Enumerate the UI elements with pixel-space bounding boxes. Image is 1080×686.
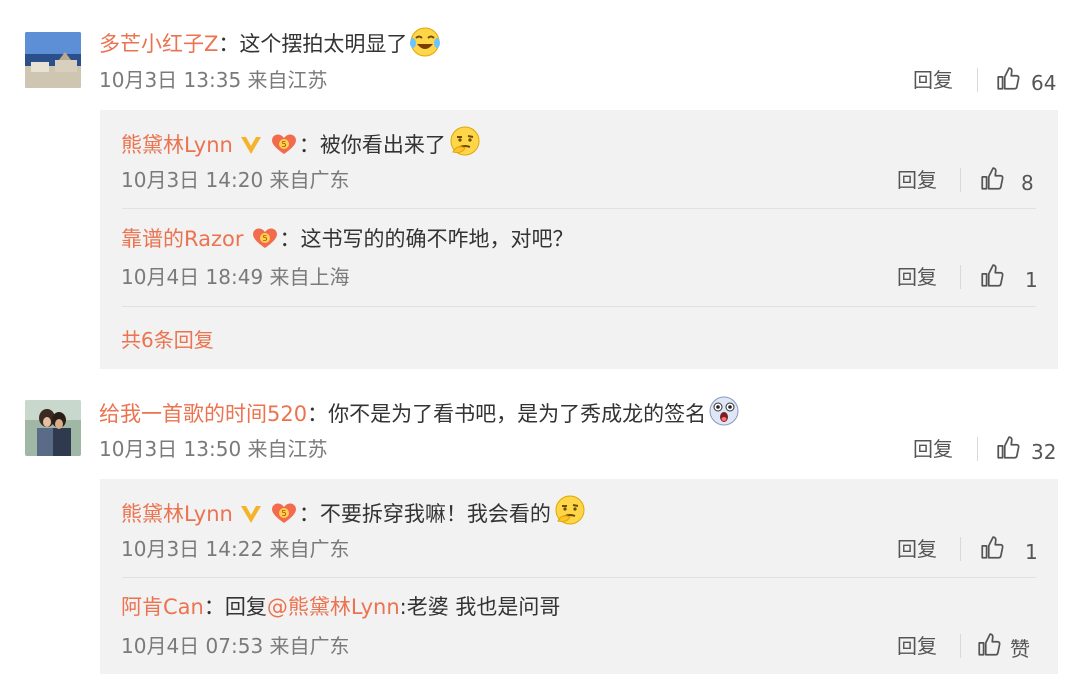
action-divider [977,68,978,92]
comment-meta: 10月3日 13:50 来自江苏 [99,437,328,461]
thumbs-up-icon [979,535,1005,568]
colon: ： [218,32,240,56]
thumbs-up-icon [995,66,1021,99]
laugh-cry-emoji-icon [409,27,441,65]
comment-line: 多芒小红子Z：这个摆拍太明显了 [99,27,441,65]
like-count: 64 [1031,70,1057,95]
reply-text: :老婆 我也是问哥 [399,595,561,619]
username-link[interactable]: 熊黛林Lynn [121,133,233,157]
svg-text:5: 5 [281,140,286,149]
reply-box: 熊黛林Lynn 5 ：被你看出来了 10月3日 14:20 来自广东 回复 8 … [100,110,1058,369]
like-count: 8 [1021,170,1034,195]
heart-badge-icon: 5 [269,132,299,164]
reply-button[interactable]: 回复 [897,166,937,194]
svg-text:5: 5 [281,509,286,518]
reply-button[interactable]: 回复 [913,435,953,463]
more-replies-link[interactable]: 共6条回复 [121,326,214,354]
verified-v-icon [239,503,263,533]
username-link[interactable]: 多芒小红子Z [99,32,218,56]
thumbs-up-icon [976,632,1002,665]
username-link[interactable]: 靠谱的Razor [121,227,244,251]
reply-text: 被你看出来了 [319,133,446,157]
action-divider [960,265,961,289]
reply-button[interactable]: 回复 [897,535,937,563]
like-button[interactable]: 1 [979,263,1038,296]
action-divider [960,634,961,658]
reply-divider [122,577,1036,578]
reply-meta: 10月3日 14:20 来自广东 [121,168,350,192]
like-count: 1 [1025,539,1038,564]
heart-badge-icon: 5 [269,501,299,533]
reply-button[interactable]: 回复 [897,263,937,291]
like-button[interactable]: 8 [979,166,1034,199]
username-link[interactable]: 给我一首歌的时间520 [99,402,307,426]
thinking-emoji-icon [553,495,587,535]
action-divider [960,537,961,561]
reply-meta: 10月4日 18:49 来自上海 [121,265,350,289]
surprised-emoji-icon [708,395,740,435]
colon: ： [279,227,301,251]
like-count: 32 [1031,439,1057,464]
action-divider [977,437,978,461]
like-button[interactable]: 64 [995,66,1056,99]
avatar[interactable] [25,400,81,456]
thumbs-up-icon [995,435,1021,468]
comment-meta: 10月3日 13:35 来自江苏 [99,68,328,92]
like-count: 1 [1025,267,1038,292]
reply-line: 靠谱的Razor 5 ：这书写的的确不咋地，对吧？ [121,224,574,258]
reply-text: 这书写的的确不咋地，对吧？ [300,227,574,251]
reply-box: 熊黛林Lynn 5 ：不要拆穿我嘛！我会看的 10月3日 14:22 来自广东 … [100,479,1058,674]
reply-prefix: 回复 [224,595,267,619]
mention-link[interactable]: @熊黛林Lynn [267,595,400,619]
colon: ： [203,595,225,619]
reply-line: 熊黛林Lynn 5 ：被你看出来了 [121,126,482,166]
colon: ： [307,402,329,426]
like-button[interactable]: 赞 [976,632,1030,665]
avatar[interactable] [25,32,81,88]
heart-badge-icon: 5 [250,226,280,258]
reply-divider [122,306,1036,307]
thumbs-up-icon [979,263,1005,296]
comment-line: 给我一首歌的时间520：你不是为了看书吧，是为了秀成龙的签名 [99,395,740,435]
thinking-emoji-icon [448,126,482,166]
action-divider [960,168,961,192]
reply-divider [122,208,1036,209]
like-button[interactable]: 1 [979,535,1038,568]
username-link[interactable]: 熊黛林Lynn [121,502,233,526]
colon: ： [298,133,320,157]
like-label: 赞 [1010,636,1030,661]
username-link[interactable]: 阿肯Can [121,595,204,619]
svg-text:5: 5 [262,234,267,243]
verified-v-icon [239,134,263,164]
reply-line: 熊黛林Lynn 5 ：不要拆穿我嘛！我会看的 [121,495,587,535]
reply-button[interactable]: 回复 [913,66,953,94]
colon: ： [298,502,320,526]
thumbs-up-icon [979,166,1005,199]
reply-meta: 10月3日 14:22 来自广东 [121,537,350,561]
reply-text: 不要拆穿我嘛！我会看的 [319,502,551,526]
like-button[interactable]: 32 [995,435,1056,468]
reply-button[interactable]: 回复 [897,632,937,660]
comment-text: 这个摆拍太明显了 [239,32,408,56]
comment-text: 你不是为了看书吧，是为了秀成龙的签名 [328,402,707,426]
reply-line: 阿肯Can：回复@熊黛林Lynn:老婆 我也是问哥 [121,592,560,622]
reply-meta: 10月4日 07:53 来自广东 [121,634,350,658]
